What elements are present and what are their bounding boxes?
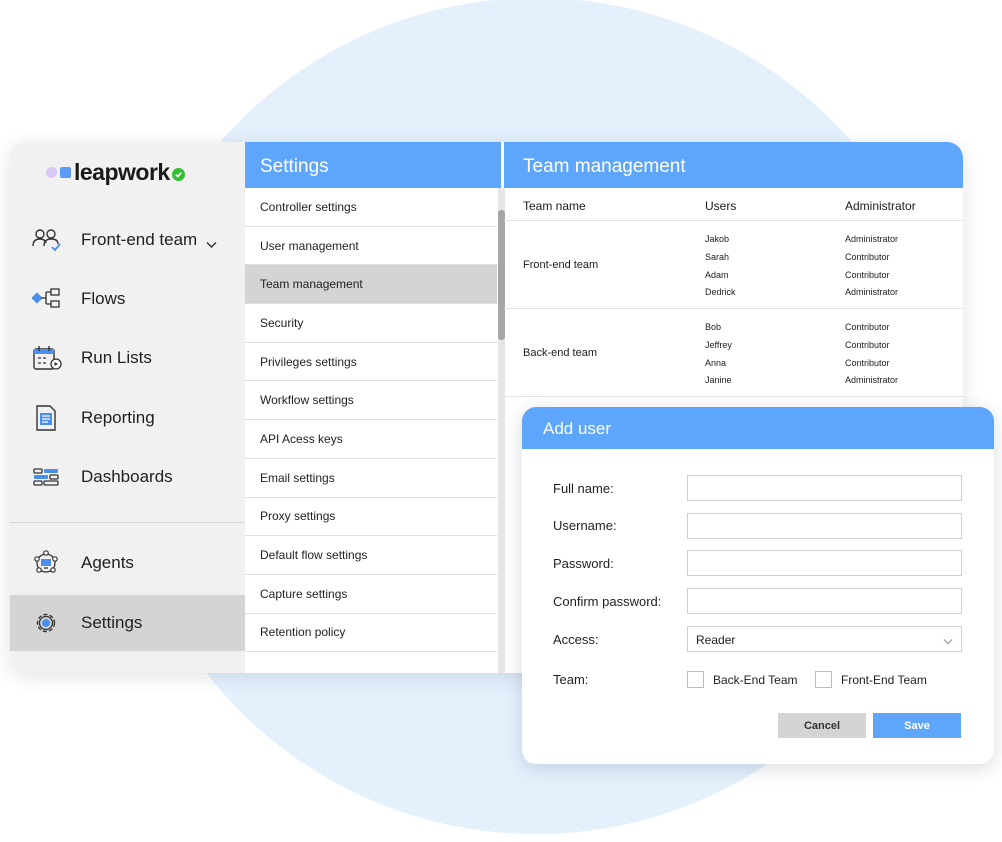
table-header: Team name Users Administrator bbox=[504, 188, 963, 221]
sidebar-item-label: Dashboards bbox=[81, 467, 173, 486]
settings-item-privileges[interactable]: Privileges settings bbox=[245, 343, 497, 382]
sidebar: leapwork Front-end team Flows Run Lists … bbox=[10, 142, 245, 673]
confirm-password-field[interactable] bbox=[687, 588, 962, 614]
settings-panel: Settings Controller settings User manage… bbox=[245, 142, 505, 673]
confirm-password-label: Confirm password: bbox=[553, 594, 662, 609]
flows-icon bbox=[31, 285, 62, 313]
save-button[interactable]: Save bbox=[873, 713, 961, 738]
user-role: Administrator bbox=[845, 287, 899, 298]
access-selected-value: Reader bbox=[696, 633, 736, 647]
settings-item-api-keys[interactable]: API Acess keys bbox=[245, 420, 497, 459]
settings-item-retention[interactable]: Retention policy bbox=[245, 614, 497, 653]
sidebar-item-settings[interactable]: Settings bbox=[10, 595, 245, 651]
settings-item-workflow[interactable]: Workflow settings bbox=[245, 381, 497, 421]
sidebar-item-label: Run Lists bbox=[81, 348, 152, 367]
sidebar-item-dashboards[interactable]: Dashboards bbox=[10, 449, 245, 505]
settings-item-user-management[interactable]: User management bbox=[245, 227, 497, 266]
team-name: Front-end team bbox=[523, 259, 599, 271]
user-role: Contributor bbox=[845, 339, 890, 350]
team-name: Back-end team bbox=[523, 347, 597, 359]
front-end-team-label: Front-End Team bbox=[841, 673, 927, 687]
user-role: Contributor bbox=[845, 322, 890, 332]
user-name: Anna bbox=[705, 357, 727, 368]
user-role: Contributor bbox=[845, 357, 890, 368]
logo-square bbox=[60, 166, 71, 178]
table-row[interactable]: Back-end team Bob Jeffrey Anna Janine Co… bbox=[504, 309, 963, 397]
sidebar-item-flows[interactable]: Flows bbox=[10, 271, 245, 327]
access-label: Access: bbox=[553, 632, 599, 647]
chevron-down-icon bbox=[943, 634, 953, 648]
user-role: Contributor bbox=[845, 251, 890, 262]
logo-wordmark: leapwork bbox=[74, 158, 170, 185]
settings-item-email[interactable]: Email settings bbox=[245, 459, 497, 498]
team-management-title: Team management bbox=[504, 142, 963, 188]
users-cell: Jakob Sarah Adam Dedrick bbox=[705, 231, 736, 302]
check-icon bbox=[171, 167, 185, 181]
front-end-team-checkbox[interactable] bbox=[815, 671, 832, 688]
sidebar-item-label: Reporting bbox=[81, 408, 155, 427]
column-header-administrator: Administrator bbox=[845, 199, 916, 213]
user-role: Administrator bbox=[845, 234, 899, 244]
back-end-team-label: Back-End Team bbox=[713, 673, 798, 687]
full-name-field[interactable] bbox=[687, 475, 962, 501]
gear-icon bbox=[32, 609, 62, 637]
sidebar-item-label: Flows bbox=[81, 289, 126, 308]
calendar-icon bbox=[32, 344, 62, 372]
chevron-down-icon[interactable] bbox=[206, 236, 217, 254]
sidebar-item-label: Agents bbox=[81, 553, 134, 572]
sidebar-divider bbox=[10, 522, 245, 523]
team-icon bbox=[32, 226, 62, 254]
roles-cell: Administrator Contributor Contributor Ad… bbox=[845, 231, 898, 302]
logo-dot bbox=[46, 166, 57, 178]
settings-item-default-flow[interactable]: Default flow settings bbox=[245, 536, 497, 575]
dialog-title: Add user bbox=[522, 407, 994, 449]
user-name: Sarah bbox=[705, 251, 730, 262]
users-cell: Bob Jeffrey Anna Janine bbox=[705, 319, 732, 390]
team-table: Team name Users Administrator Front-end … bbox=[504, 188, 963, 397]
column-header-team-name: Team name bbox=[523, 199, 586, 213]
team-label: Team: bbox=[553, 672, 589, 687]
sidebar-item-reporting[interactable]: Reporting bbox=[10, 390, 245, 446]
user-role: Contributor bbox=[845, 269, 890, 280]
full-name-label: Full name: bbox=[553, 481, 614, 496]
settings-item-proxy[interactable]: Proxy settings bbox=[245, 498, 497, 537]
settings-item-controller[interactable]: Controller settings bbox=[245, 188, 497, 227]
back-end-team-checkbox[interactable] bbox=[687, 671, 704, 688]
dashboard-icon bbox=[32, 463, 62, 491]
table-row[interactable]: Front-end team Jakob Sarah Adam Dedrick … bbox=[504, 221, 963, 309]
user-name: Janine bbox=[705, 375, 732, 386]
settings-item-team-management[interactable]: Team management bbox=[245, 265, 497, 305]
password-label: Password: bbox=[553, 556, 614, 571]
add-user-dialog: Add user Full name: Username: Password: … bbox=[522, 407, 994, 764]
username-field[interactable] bbox=[687, 513, 962, 539]
settings-list: Controller settings User management Team… bbox=[245, 188, 497, 653]
username-label: Username: bbox=[553, 518, 617, 533]
sidebar-item-agents[interactable]: Agents bbox=[10, 535, 245, 591]
sidebar-item-run-lists[interactable]: Run Lists bbox=[10, 330, 245, 386]
sidebar-item-label: Settings bbox=[81, 613, 143, 632]
column-header-users: Users bbox=[705, 199, 737, 213]
leapwork-logo: leapwork bbox=[46, 159, 185, 185]
user-name: Adam bbox=[705, 269, 729, 280]
cancel-button[interactable]: Cancel bbox=[778, 713, 866, 738]
access-select[interactable]: Reader bbox=[687, 626, 962, 652]
password-field[interactable] bbox=[687, 550, 962, 576]
roles-cell: Contributor Contributor Contributor Admi… bbox=[845, 319, 898, 390]
user-role: Administrator bbox=[845, 375, 899, 386]
report-icon bbox=[32, 404, 62, 432]
user-name: Jeffrey bbox=[705, 339, 732, 350]
sidebar-item-front-end-team[interactable]: Front-end team bbox=[10, 212, 245, 268]
settings-item-security[interactable]: Security bbox=[245, 304, 497, 343]
settings-title: Settings bbox=[245, 142, 501, 188]
user-name: Jakob bbox=[705, 234, 730, 244]
user-name: Dedrick bbox=[705, 287, 736, 298]
settings-item-capture[interactable]: Capture settings bbox=[245, 575, 497, 614]
user-name: Bob bbox=[705, 322, 722, 332]
sidebar-item-label: Front-end team bbox=[81, 230, 198, 249]
agents-icon bbox=[32, 549, 62, 577]
